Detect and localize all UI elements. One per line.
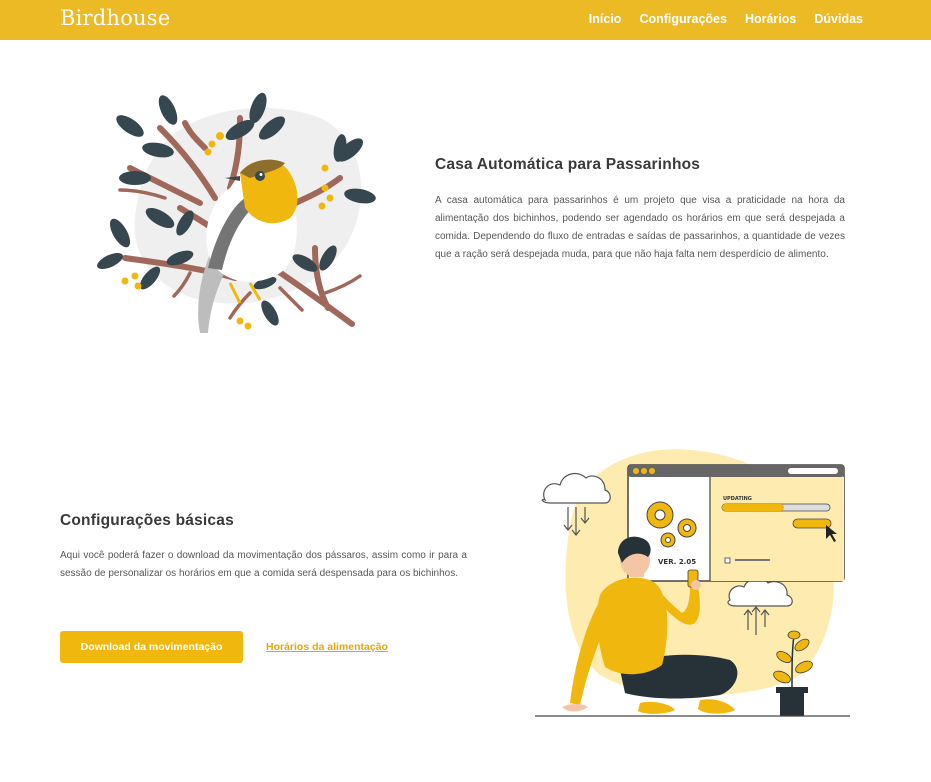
brand-logo[interactable]: Birdhouse: [60, 6, 170, 30]
config-section: Configurações básicas Aqui você poderá f…: [60, 512, 467, 583]
nav-menu: Início Configurações Horários Dúvidas: [589, 12, 863, 26]
version-label: VER. 2.05: [658, 558, 696, 566]
about-text: A casa automática para passarinhos é um …: [435, 195, 845, 260]
update-illustration: UPDATING VER. 2.05: [535, 449, 850, 717]
about-section: Casa Automática para Passarinhos A casa …: [435, 156, 845, 264]
about-title: Casa Automática para Passarinhos: [435, 156, 701, 173]
cloud-icon: [541, 472, 611, 504]
download-movement-button[interactable]: Download da movimentação: [60, 631, 243, 663]
nav-link-duvidas[interactable]: Dúvidas: [814, 12, 863, 26]
nav-link-horarios[interactable]: Horários: [745, 12, 796, 26]
navbar: Birdhouse Início Configurações Horários …: [0, 0, 931, 40]
config-text: Aqui você poderá fazer o download da mov…: [60, 550, 467, 579]
browser-window: UPDATING VER. 2.05: [627, 464, 845, 582]
config-title: Configurações básicas: [60, 512, 234, 529]
bird-illustration: [97, 92, 376, 333]
feeding-schedule-link[interactable]: Horários da alimentação: [266, 641, 388, 653]
updating-label: UPDATING: [723, 496, 752, 502]
nav-link-inicio[interactable]: Início: [589, 12, 622, 26]
nav-link-configuracoes[interactable]: Configurações: [639, 12, 727, 26]
